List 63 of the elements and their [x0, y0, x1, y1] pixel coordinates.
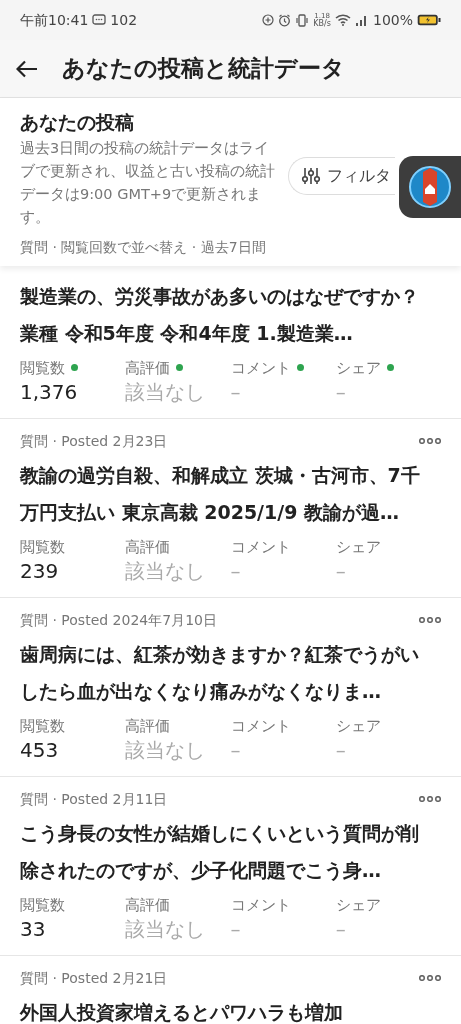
speed-unit: KB/s [313, 19, 331, 28]
stat-value: – [230, 915, 242, 943]
sort-description: 質問 · 閲覧回数で並べ替え · 過去7日間 [20, 237, 267, 257]
stat-label: シェア [335, 894, 381, 915]
battery-icon [417, 14, 441, 26]
stat-value: – [335, 378, 347, 406]
plus-circle-icon [262, 14, 275, 26]
post-meta: 質問 · Posted 2024年7月10日 [20, 610, 217, 630]
battery-percent: 100% [372, 10, 413, 30]
stat-value: 453 [20, 736, 60, 764]
stat-label: 高評価 [125, 536, 171, 557]
notification-count: 102 [110, 10, 138, 30]
post-title[interactable]: 教諭の過労自殺、和解成立 茨城・古河市、7千万円支払い 東京高裁 2025/1/9 教諭が過… [20, 456, 441, 531]
stat-label: コメント [230, 715, 291, 736]
stat-value: – [230, 557, 242, 585]
stat-label: コメント [230, 536, 291, 557]
section-title: あなたの投稿 [20, 110, 135, 135]
post-meta: 質問 · Posted 2月11日 [20, 789, 168, 809]
page-title: あなたの投稿と統計データ [62, 54, 345, 84]
stat-value: – [230, 736, 242, 764]
stat-value: – [335, 915, 347, 943]
stat-label: コメント [230, 894, 291, 915]
stat-value: – [335, 557, 347, 585]
stat-value: 該当なし [125, 557, 207, 585]
stat-value: 33 [20, 915, 47, 943]
more-icon[interactable] [419, 795, 441, 802]
stat-value: 該当なし [125, 915, 207, 943]
stat-value: 該当なし [125, 736, 207, 764]
status-time: 午前10:41 [20, 10, 89, 30]
more-icon[interactable] [419, 974, 441, 981]
sliders-icon [301, 165, 321, 186]
post-title[interactable]: 歯周病には、紅茶が効きますか？紅茶でうがいしたら血が出なくなり痛みがなくなりま… [20, 635, 441, 710]
post-title[interactable]: こう身長の女性が結婚しにくいという質問が削除されたのですが、少子化問題でこう身… [20, 814, 441, 889]
stat-label: 閲覧数 [20, 715, 65, 736]
stat-value: – [230, 378, 242, 406]
message-icon [92, 14, 107, 26]
stat-label: シェア [335, 715, 381, 736]
stat-label: シェア [335, 357, 381, 378]
more-icon[interactable] [419, 437, 441, 444]
stat-value: 該当なし [125, 378, 207, 406]
signal-icon [354, 14, 369, 26]
stat-label: シェア [335, 536, 381, 557]
stat-label: 閲覧数 [20, 894, 65, 915]
stat-label: コメント [230, 357, 291, 378]
floating-app-icon[interactable] [399, 156, 461, 218]
stat-label: 高評価 [125, 894, 171, 915]
post-title[interactable]: 外国人投資家増えるとパワハラも増加 [20, 993, 441, 1024]
alarm-icon [278, 13, 292, 27]
back-arrow-icon[interactable] [16, 59, 38, 78]
post-meta: 質問 · Posted 2月23日 [20, 431, 168, 451]
section-description: 過去3日間の投稿の統計データはライブで更新され、収益と古い投稿の統計データは9:00 GMT+9で更新されます。 [20, 138, 276, 227]
stat-value: 239 [20, 557, 60, 585]
vibrate-icon [295, 13, 310, 27]
stat-label: 高評価 [125, 357, 171, 378]
stat-label: 閲覧数 [20, 357, 65, 378]
post-meta: 質問 · Posted 2月21日 [20, 968, 168, 988]
post-title[interactable]: 製造業の、労災事故があ多いのはなぜですか？業種 令和5年度 令和4年度 1.製造業… [20, 277, 441, 352]
stat-value: 1,376 [20, 378, 79, 406]
stat-value: – [335, 736, 347, 764]
stat-label: 閲覧数 [20, 536, 65, 557]
wifi-icon [334, 14, 351, 26]
more-icon[interactable] [419, 616, 441, 623]
stat-label: 高評価 [125, 715, 171, 736]
